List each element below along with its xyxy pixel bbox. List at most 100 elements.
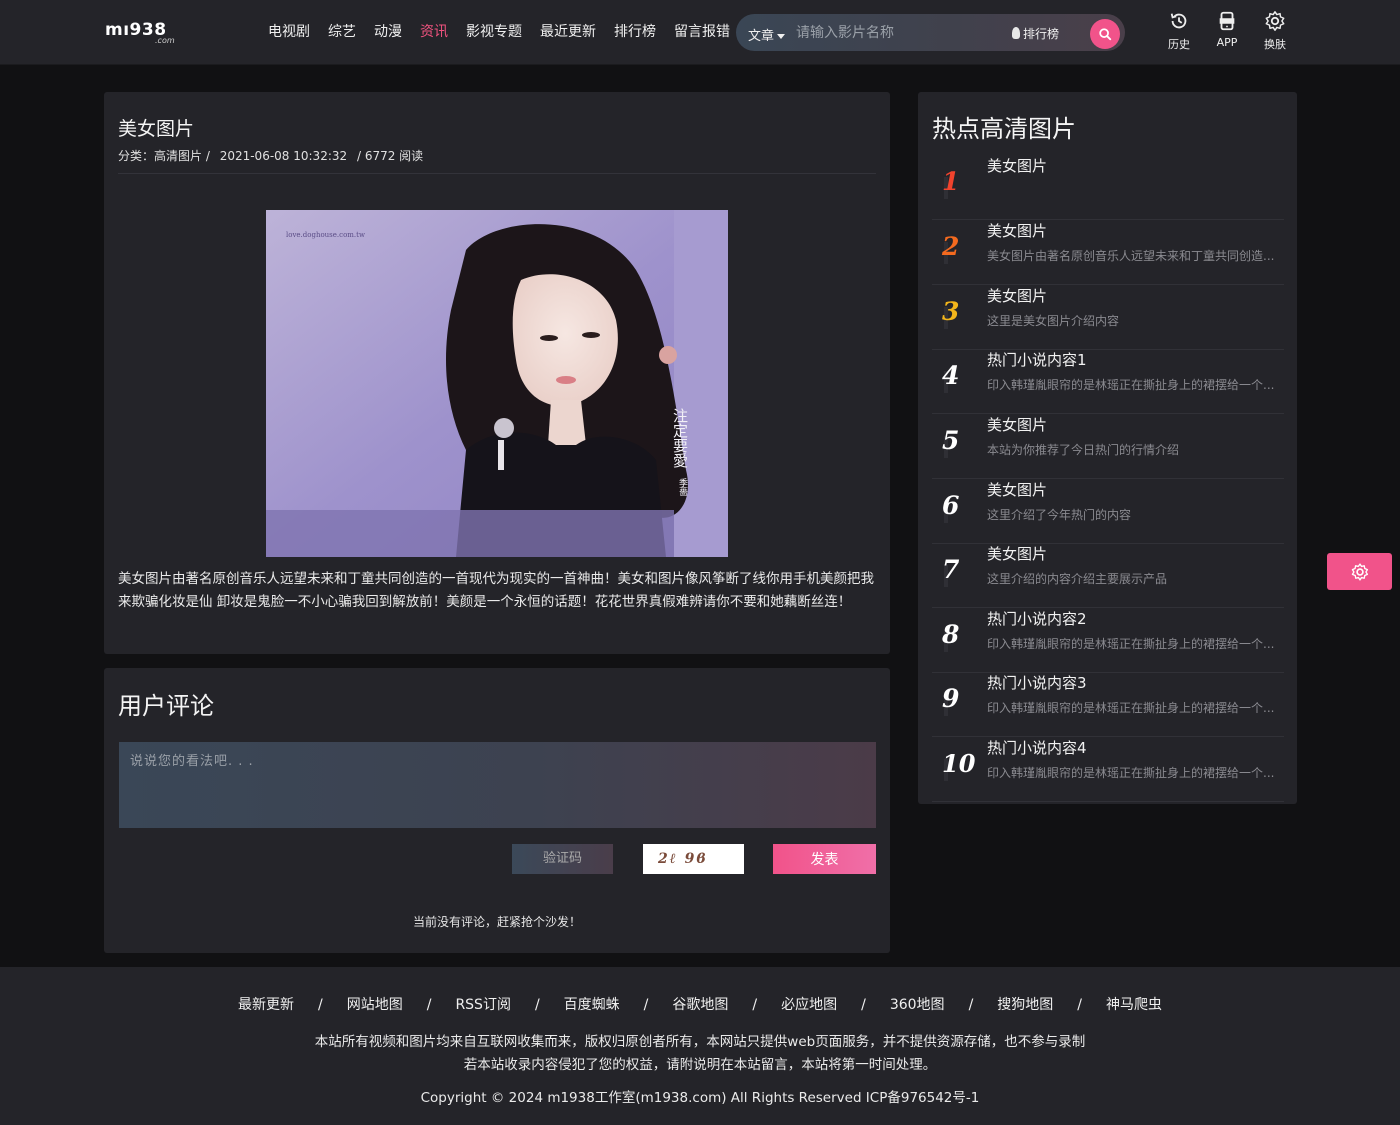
- rank-number: 8: [942, 620, 982, 656]
- site-footer: 最新更新 / 网站地图 / RSS订阅 / 百度蜘蛛 / 谷歌地图 / 必应地图 / 360地图 / 搜狗地…: [0, 967, 1400, 1125]
- search-type-label: 文章: [748, 29, 775, 44]
- search-type-select[interactable]: 文章: [748, 25, 786, 44]
- site-header: mı938 .com 电视剧 综艺 动漫 资讯 影视专题 最近更新 排行榜 留言…: [0, 0, 1400, 65]
- footer-link[interactable]: 神马爬虫: [1106, 997, 1162, 1013]
- hot-item-title[interactable]: 美女图片: [987, 543, 1047, 564]
- footer-link-separator: /: [318, 997, 323, 1013]
- captcha-image[interactable]: 2ℓ 9ϐ: [643, 844, 744, 874]
- rank-number: 1: [942, 167, 982, 203]
- article-date: 2021-06-08 10:32:32: [219, 149, 348, 163]
- hot-item-description: 印入韩瑾胤眼帘的是林瑶正在撕扯身上的裙摆给一个...: [987, 766, 1275, 780]
- hot-item-description: 印入韩瑾胤眼帘的是林瑶正在撕扯身上的裙摆给一个...: [987, 378, 1275, 392]
- rank-number: 7: [942, 555, 982, 591]
- hot-panel-title: 热点高清图片: [932, 115, 1076, 143]
- hot-list-item[interactable]: 8 热门小说内容2 印入韩瑾胤眼帘的是林瑶正在撕扯身上的裙摆给一个...: [932, 608, 1284, 673]
- footer-copyright: Copyright © 2024 m1938工作室(m1938.com) All…: [420, 1090, 980, 1106]
- hot-list-item[interactable]: 10 热门小说内容4 印入韩瑾胤眼帘的是林瑶正在撕扯身上的裙摆给一个...: [932, 737, 1284, 802]
- image-watermark: love.doghouse.com.tw: [286, 231, 365, 239]
- rank-number-text: 3: [942, 297, 960, 326]
- empty-comments-text: 当前没有评论，赶紧抢个沙发！: [412, 915, 581, 929]
- main-nav: 电视剧 综艺 动漫 资讯 影视专题 最近更新 排行榜 留言报错: [268, 22, 748, 42]
- nav-item-anime[interactable]: 动漫: [374, 22, 402, 42]
- footer-link[interactable]: 360地图: [890, 997, 945, 1013]
- captcha-input[interactable]: 验证码: [512, 844, 613, 874]
- hot-item-title[interactable]: 美女图片: [987, 479, 1047, 500]
- nav-item-ranking[interactable]: 排行榜: [614, 22, 656, 42]
- footer-link[interactable]: 谷歌地图: [672, 997, 728, 1013]
- hot-list-item[interactable]: 3 美女图片 这里是美女图片介绍内容: [932, 285, 1284, 350]
- hot-list-item[interactable]: 4 热门小说内容1 印入韩瑾胤眼帘的是林瑶正在撕扯身上的裙摆给一个...: [932, 349, 1284, 414]
- hot-list-item[interactable]: 9 热门小说内容3 印入韩瑾胤眼帘的是林瑶正在撕扯身上的裙摆给一个...: [932, 672, 1284, 737]
- skin-label: 换肤: [1264, 38, 1286, 51]
- footer-links: 最新更新 / 网站地图 / RSS订阅 / 百度蜘蛛 / 谷歌地图 / 必应地图 / 360地图 / 搜狗地…: [0, 994, 1400, 1014]
- nav-item-variety[interactable]: 综艺: [328, 22, 356, 42]
- floating-settings-button[interactable]: [1327, 553, 1392, 590]
- rank-number: 4: [942, 361, 982, 397]
- hot-list-item[interactable]: 7 美女图片 这里介绍的内容介绍主要展示产品: [932, 543, 1284, 608]
- search-bar: 文章 排行榜: [736, 14, 1125, 51]
- rank-number-text: 9: [942, 684, 960, 713]
- gear-icon: [1351, 562, 1368, 581]
- app-button[interactable]: APP: [1203, 10, 1251, 52]
- site-logo[interactable]: mı938 .com: [105, 20, 181, 46]
- search-button[interactable]: [1090, 19, 1120, 49]
- history-label: 历史: [1168, 38, 1190, 51]
- logo-subtext: .com: [155, 36, 175, 45]
- footer-link[interactable]: 最新更新: [238, 997, 294, 1013]
- rank-number: 6: [942, 491, 982, 527]
- hot-item-title[interactable]: 美女图片: [987, 155, 1047, 176]
- rank-number-text: 2: [942, 232, 960, 261]
- search-input[interactable]: [796, 22, 996, 44]
- nav-item-tv[interactable]: 电视剧: [268, 22, 310, 42]
- article-title: 美女图片: [118, 118, 195, 140]
- nav-item-feedback[interactable]: 留言报错: [674, 22, 730, 42]
- nav-item-news[interactable]: 资讯: [420, 22, 448, 42]
- footer-link-separator: /: [426, 997, 432, 1013]
- rank-number-text: 4: [942, 361, 960, 390]
- hot-item-title[interactable]: 热门小说内容4: [987, 737, 1087, 758]
- submit-comment-button[interactable]: 发表: [773, 844, 876, 874]
- hot-images-panel: 热点高清图片 1 美女图片 2 美女图片 美女图片由著名原创音乐人远望未来和丁童共同创造…: [918, 92, 1297, 804]
- hot-item-title[interactable]: 热门小说内容2: [987, 608, 1087, 629]
- history-icon: [1170, 13, 1187, 29]
- footer-link-separator: /: [534, 997, 540, 1013]
- hot-list-item[interactable]: 6 美女图片 这里介绍了今年热门的内容: [932, 479, 1284, 544]
- article-card: 美女图片 分类：高清图片 / 2021-06-08 10:32:32 / 677…: [104, 92, 890, 654]
- article-meta: 分类：高清图片 / 2021-06-08 10:32:32 / 6772 阅读: [118, 147, 429, 164]
- app-label: APP: [1216, 36, 1238, 49]
- footer-link[interactable]: 网站地图: [347, 997, 403, 1013]
- hot-item-title[interactable]: 热门小说内容3: [987, 672, 1087, 693]
- footer-link[interactable]: RSS订阅: [455, 997, 511, 1013]
- hot-item-description: 美女图片由著名原创音乐人远望未来和丁童共同创造...: [987, 249, 1275, 263]
- rank-number: 10: [942, 749, 982, 785]
- hot-item-title[interactable]: 美女图片: [987, 220, 1047, 241]
- skin-button[interactable]: 换肤: [1251, 10, 1299, 52]
- image-author-text: 季薔: [677, 477, 688, 497]
- rank-number: 2: [942, 232, 982, 268]
- nav-item-topics[interactable]: 影视专题: [466, 22, 522, 42]
- rank-number: 3: [942, 297, 982, 333]
- rank-number-text: 5: [942, 426, 960, 455]
- hot-list-item[interactable]: 2 美女图片美女图片由著名原创音乐人远望未来和丁童共同创造...: [932, 220, 1284, 285]
- hot-item-title[interactable]: 热门小说内容1: [987, 349, 1087, 370]
- hot-list-item[interactable]: 5 美女图片 本站为你推荐了今日热门的行情介绍: [932, 414, 1284, 479]
- nav-item-recent[interactable]: 最近更新: [540, 22, 596, 42]
- footer-link[interactable]: 百度蜘蛛: [564, 997, 620, 1013]
- hot-item-title[interactable]: 美女图片: [987, 285, 1047, 306]
- comments-card: 用户评论 验证码 2ℓ 9ϐ 发表 当前没有评论，赶紧抢个沙发！: [104, 668, 890, 953]
- rank-number-text: 7: [942, 555, 960, 584]
- article-category: 分类：高清图片 /: [118, 149, 210, 163]
- search-rank-link[interactable]: 排行榜: [1012, 25, 1059, 42]
- footer-link-separator: /: [1077, 997, 1082, 1013]
- history-button[interactable]: 历史: [1155, 10, 1203, 52]
- caret-down-icon: [777, 34, 786, 39]
- hot-item-title[interactable]: 美女图片: [987, 414, 1047, 435]
- comment-textarea[interactable]: [119, 742, 876, 828]
- skin-icon: [1265, 11, 1285, 31]
- image-side-text: 注定要愛: [671, 408, 689, 468]
- hot-list-item[interactable]: 1 美女图片: [932, 155, 1284, 220]
- header-tools: 历史 APP 换肤: [1155, 10, 1299, 52]
- footer-link[interactable]: 搜狗地图: [997, 997, 1053, 1013]
- hot-item-description: 印入韩瑾胤眼帘的是林瑶正在撕扯身上的裙摆给一个...: [987, 637, 1275, 651]
- footer-link[interactable]: 必应地图: [781, 997, 837, 1013]
